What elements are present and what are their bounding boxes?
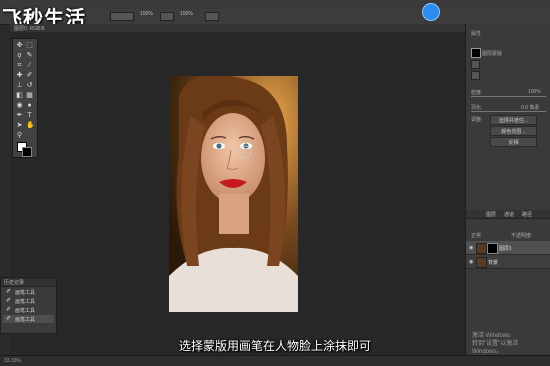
- feather-label: 羽化:: [471, 105, 483, 111]
- mask-option-icon[interactable]: [471, 60, 480, 69]
- mode-select[interactable]: [110, 12, 134, 21]
- vector-mask-icon[interactable]: [471, 71, 480, 80]
- windows-activation-notice: 激活 Windows 转到"设置"以激活 Windows。: [472, 333, 519, 355]
- select-and-mask-button[interactable]: 选择并遮住...: [490, 115, 537, 125]
- pressure-toggle[interactable]: [160, 12, 174, 21]
- canvas-image[interactable]: [169, 76, 298, 312]
- history-item[interactable]: ✐ 画笔工具: [3, 306, 54, 314]
- toolbox: ✥ ⬚ ϙ ✎ ⌗ ⁄ ✚ ✐ ⊥ ↺ ◧ ▦ ◉ ● ✒ T ➤ ✋ ⚲: [12, 38, 38, 158]
- info-badge: [422, 3, 440, 21]
- path-select-icon[interactable]: ➤: [16, 122, 23, 129]
- layer-mask-thumbnail[interactable]: [487, 243, 498, 254]
- mask-thumbnail: [471, 48, 481, 58]
- brush-icon: ✐: [6, 289, 12, 295]
- eraser-tool-icon[interactable]: ◧: [16, 92, 23, 99]
- feather-value[interactable]: 0.0 像素: [521, 104, 539, 111]
- visibility-eye-icon[interactable]: ◉: [469, 245, 473, 251]
- history-title-bar: 历史记录: [1, 278, 56, 287]
- tab-channels[interactable]: 通道: [504, 211, 514, 218]
- brush-tool-icon[interactable]: ✐: [26, 72, 33, 79]
- layer-name: 图层1: [499, 246, 512, 252]
- blur-tool-icon[interactable]: ◉: [16, 102, 23, 109]
- color-range-button[interactable]: 颜色范围...: [490, 126, 537, 136]
- eyedropper-tool-icon[interactable]: ⁄: [26, 62, 33, 69]
- history-item[interactable]: ✐ 画笔工具: [3, 315, 54, 323]
- healing-tool-icon[interactable]: ✚: [16, 72, 23, 79]
- density-slider[interactable]: [471, 96, 546, 97]
- brush-icon: ✐: [6, 316, 12, 322]
- type-tool-icon[interactable]: T: [26, 112, 33, 119]
- feather-slider[interactable]: [471, 111, 546, 112]
- background-color-swatch[interactable]: [22, 147, 32, 157]
- layer-name: 背景: [488, 260, 499, 266]
- visibility-eye-icon[interactable]: ◉: [469, 259, 473, 265]
- invert-button[interactable]: 反相: [490, 137, 537, 147]
- blend-mode-select[interactable]: 正常: [471, 232, 481, 239]
- layer-row[interactable]: ◉ 背景: [466, 255, 550, 269]
- zoom-level[interactable]: 33.33%: [4, 358, 21, 364]
- quick-select-tool-icon[interactable]: ✎: [26, 52, 33, 59]
- tab-layers[interactable]: 图层: [486, 211, 496, 218]
- airbrush-toggle[interactable]: [205, 12, 219, 21]
- stamp-tool-icon[interactable]: ⊥: [16, 82, 23, 89]
- density-value[interactable]: 100%: [528, 89, 541, 95]
- marquee-tool-icon[interactable]: ⬚: [26, 42, 33, 49]
- portrait-photo: [169, 76, 298, 312]
- opacity-value[interactable]: 100%: [140, 11, 153, 17]
- opacity-label: 不透明度:: [511, 233, 533, 239]
- pen-tool-icon[interactable]: ✒: [16, 112, 23, 119]
- dodge-tool-icon[interactable]: ●: [26, 102, 33, 109]
- status-bar: 33.33%: [0, 355, 550, 366]
- history-item[interactable]: ✐ 画笔工具: [3, 288, 54, 296]
- history-brush-icon[interactable]: ↺: [26, 82, 33, 89]
- refine-label: 调整:: [471, 117, 483, 123]
- layer-thumbnail: [476, 257, 487, 268]
- layer-row[interactable]: ◉ 图层1: [466, 241, 550, 255]
- document-tab-label: 图层0, RGB/8: [14, 26, 45, 32]
- layer-mask-label: 图层蒙版: [482, 51, 503, 57]
- hand-tool-icon[interactable]: ✋: [26, 122, 35, 129]
- zoom-tool-icon[interactable]: ⚲: [16, 132, 23, 139]
- crop-tool-icon[interactable]: ⌗: [16, 62, 23, 69]
- layer-thumbnail: [476, 243, 487, 254]
- history-item[interactable]: ✐ 画笔工具: [3, 297, 54, 305]
- right-panel: 属性 图层蒙版 密度: 100% 羽化: 0.0 像素 调整: 选择并遮住...…: [465, 24, 550, 355]
- brush-icon: ✐: [6, 307, 12, 313]
- gradient-tool-icon[interactable]: ▦: [26, 92, 33, 99]
- layers-tab-row: 图层 通道 路径: [466, 210, 550, 219]
- history-panel: 历史记录 ✐ 画笔工具 ✐ 画笔工具 ✐ 画笔工具 ✐ 画笔工具: [0, 277, 57, 334]
- flow-value[interactable]: 100%: [180, 11, 193, 17]
- tab-paths[interactable]: 路径: [522, 211, 532, 218]
- density-label: 密度:: [471, 90, 483, 96]
- lasso-tool-icon[interactable]: ϙ: [16, 52, 23, 59]
- brush-icon: ✐: [6, 298, 12, 304]
- properties-label: 属性: [471, 31, 482, 37]
- move-tool-icon[interactable]: ✥: [16, 42, 23, 49]
